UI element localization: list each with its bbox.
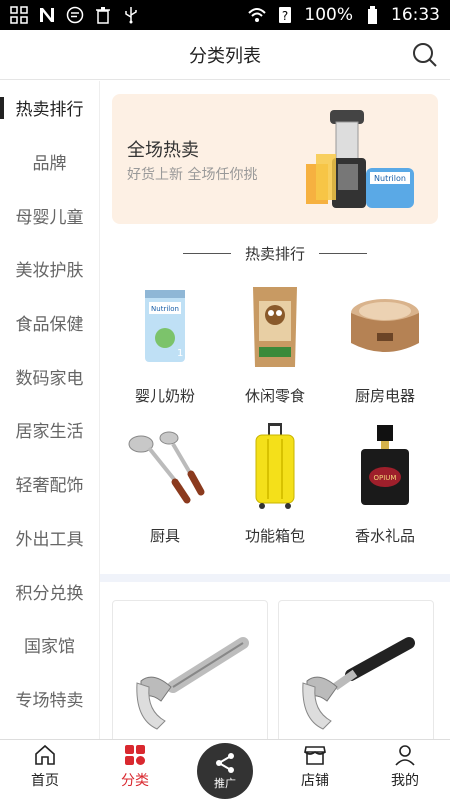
tab-label: 首页	[31, 773, 59, 789]
battery-icon	[368, 6, 377, 24]
category-label: 香水礼品	[354, 527, 415, 545]
sidebar-item-points-exchange[interactable]: 积分兑换	[0, 564, 99, 618]
sidebar-item-special-sale[interactable]: 专场特卖	[0, 672, 99, 726]
section-line-right	[319, 252, 367, 254]
svg-text:OPIUM: OPIUM	[374, 474, 397, 482]
banner-products-image: Nutrilon	[306, 110, 414, 208]
category-item-kitchen-appliances[interactable]: 厨房电器	[332, 281, 438, 411]
promo-banner[interactable]: 全场热卖 好货上新 全场任你挑 Nutrilon	[112, 94, 438, 224]
category-label: 功能箱包	[244, 527, 305, 545]
sidebar-item-beauty[interactable]: 美妆护肤	[0, 242, 99, 296]
baby-formula-image: Nutrilon 1	[120, 281, 210, 371]
svg-text:?: ?	[282, 9, 288, 23]
user-icon	[395, 745, 415, 766]
sidebar-item-brand[interactable]: 品牌	[0, 135, 99, 189]
section-header: 热卖排行	[100, 241, 450, 265]
category-item-baby-formula[interactable]: Nutrilon 1 婴儿奶粉	[112, 281, 218, 411]
status-icons-left	[10, 6, 140, 24]
luggage-image	[230, 421, 320, 511]
category-sidebar: 热卖排行 品牌 母婴儿童 美妆护肤 食品保健 数码家电 居家生活 轻奢配饰 外出…	[0, 81, 100, 739]
tab-category[interactable]: 分类	[90, 740, 180, 800]
clock: 16:33	[391, 5, 440, 25]
category-grid-icon	[125, 745, 145, 765]
status-icons-right: ? 100% 16:33	[248, 5, 440, 25]
category-label: 休闲零食	[244, 387, 305, 405]
tab-label: 我的	[391, 773, 419, 789]
section-line-left	[182, 252, 231, 254]
product-card-peeler-silver[interactable]	[112, 600, 268, 739]
sidebar-item-luxury-accessories[interactable]: 轻奢配饰	[0, 457, 99, 511]
peeler-black-image	[302, 637, 415, 730]
status-bar: ? 100% 16:33	[0, 0, 450, 30]
wifi-icon	[248, 8, 267, 22]
battery-percent: 100%	[304, 5, 353, 25]
section-title: 热卖排行	[244, 244, 305, 263]
usb-icon	[125, 7, 137, 24]
snacks-image	[230, 281, 320, 371]
home-icon	[35, 744, 55, 765]
tab-label: 推广	[214, 777, 236, 790]
tab-profile[interactable]: 我的	[360, 740, 450, 800]
n-app-icon	[40, 8, 54, 22]
category-item-snacks[interactable]: 休闲零食	[222, 281, 328, 411]
tab-store[interactable]: 店铺	[270, 740, 360, 800]
section-divider	[100, 574, 450, 582]
page-title: 分类列表	[189, 45, 261, 67]
product-card-peeler-black[interactable]	[278, 600, 434, 739]
sidebar-item-country-pavilion[interactable]: 国家馆	[0, 618, 99, 672]
category-label: 厨具	[149, 527, 180, 545]
sidebar-item-hot-ranking[interactable]: 热卖排行	[0, 81, 99, 135]
store-icon	[304, 746, 326, 765]
main-content: 全场热卖 好货上新 全场任你挑 Nutrilon 热卖排行 Nutrilon 1…	[100, 81, 450, 739]
tab-label: 店铺	[301, 773, 329, 789]
category-label: 厨房电器	[354, 387, 415, 405]
tab-home[interactable]: 首页	[0, 740, 90, 800]
trash-icon	[96, 7, 110, 24]
banner-subtitle: 好货上新 全场任你挑	[127, 167, 258, 183]
sidebar-item-food-health[interactable]: 食品保健	[0, 296, 99, 350]
svg-text:Nutrilon: Nutrilon	[151, 305, 179, 313]
share-icon	[216, 753, 234, 773]
message-icon	[66, 6, 84, 24]
title-bar: 分类列表	[0, 30, 450, 80]
sidebar-item-digital-appliance[interactable]: 数码家电	[0, 349, 99, 403]
sim-unknown-icon: ?	[279, 7, 292, 23]
peeler-silver-image	[136, 637, 249, 730]
tab-label: 分类	[121, 773, 149, 789]
tab-promote[interactable]: 推广	[180, 740, 270, 800]
bottom-tab-bar: 首页 分类 推广 店铺 我的	[0, 739, 450, 800]
banner-title: 全场热卖	[127, 140, 199, 161]
rice-cooker-image	[340, 281, 430, 371]
sidebar-item-outdoor-tools[interactable]: 外出工具	[0, 511, 99, 565]
sidebar-item-home-living[interactable]: 居家生活	[0, 403, 99, 457]
category-item-luggage[interactable]: 功能箱包	[222, 421, 328, 551]
perfume-image: OPIUM	[340, 421, 430, 511]
category-item-perfume-gifts[interactable]: OPIUM 香水礼品	[332, 421, 438, 551]
category-item-cookware[interactable]: 厨具	[112, 421, 218, 551]
category-label: 婴儿奶粉	[134, 387, 195, 405]
search-icon[interactable]	[412, 42, 438, 68]
apps-grid-icon	[10, 6, 28, 24]
svg-text:Nutrilon: Nutrilon	[374, 174, 406, 183]
promote-button[interactable]: 推广	[197, 743, 253, 799]
cookware-image	[120, 421, 210, 511]
svg-text:1: 1	[177, 348, 183, 359]
sidebar-item-mother-baby[interactable]: 母婴儿童	[0, 188, 99, 242]
